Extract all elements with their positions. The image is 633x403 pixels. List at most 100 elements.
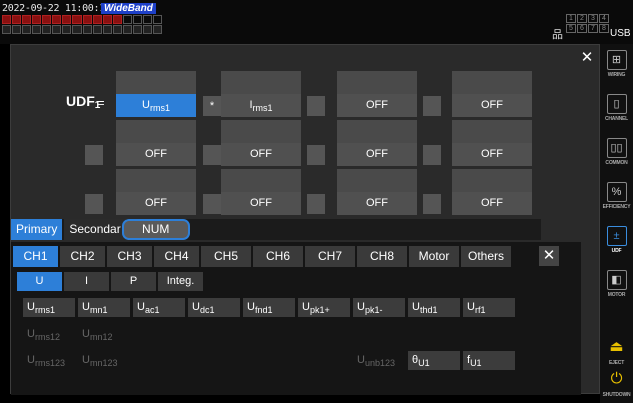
item-base: U (192, 301, 200, 313)
sidebar-item-wiring[interactable]: ⊞ WIRING (600, 46, 633, 90)
tab-num[interactable]: NUM (121, 219, 190, 240)
item-button[interactable]: θU1 (408, 351, 460, 370)
sidebar-item-efficiency[interactable]: % EFFICIENCY (600, 178, 633, 222)
item-base: U (467, 301, 475, 313)
tab-ch2[interactable]: CH2 (60, 246, 105, 267)
udf-operator-4[interactable] (85, 145, 103, 165)
item-base: U (27, 328, 35, 340)
usb-indicator: USB (610, 28, 631, 39)
item-sub: dc1 (199, 305, 215, 315)
udf-operand-7[interactable]: OFF (337, 120, 417, 166)
tab-ch4[interactable]: CH4 (154, 246, 199, 267)
udf-operator-7[interactable] (423, 145, 441, 165)
close-icon[interactable]: ✕ (539, 246, 559, 266)
channel-grid-cell: 1 (566, 14, 576, 23)
udf-operand-10[interactable]: OFF (221, 169, 301, 215)
sidebar: ⊞ WIRING ▯ CHANNEL ▯▯ COMMON % EFFICIENC… (600, 44, 633, 403)
close-icon[interactable]: ✕ (578, 49, 596, 67)
tab-ch7[interactable]: CH7 (305, 246, 355, 267)
item-sub: ac1 (144, 305, 160, 315)
tab-ch1[interactable]: CH1 (13, 246, 58, 267)
tab-others[interactable]: Others (461, 246, 511, 267)
sidebar-item-shutdown[interactable]: ⏻ SHUTDOWN (600, 366, 633, 403)
udf-operand-9[interactable]: OFF (116, 169, 196, 215)
sidebar-item-common[interactable]: ▯▯ COMMON (600, 134, 633, 178)
udf-operator-10[interactable] (307, 194, 325, 214)
tab-integration[interactable]: Integ. (158, 272, 203, 291)
item-sub: U1 (470, 358, 482, 368)
operand-value: OFF (337, 94, 417, 117)
tab-power[interactable]: P (111, 272, 156, 291)
sidebar-item-udf[interactable]: ± UDF (600, 222, 633, 266)
udf-operand-3[interactable]: OFF (337, 71, 417, 117)
udf-operand-12[interactable]: OFF (452, 169, 532, 215)
tab-ch3[interactable]: CH3 (107, 246, 152, 267)
udf-icon: ± (606, 226, 627, 246)
udf-operator-6[interactable] (307, 145, 325, 165)
item-button: Urms123 (23, 351, 75, 370)
status-bar: 2022-09-22 11:00:17 WideBand 1 2 3 4 5 6… (0, 0, 633, 44)
operand-value: OFF (221, 192, 301, 215)
channel-grid-cell: 2 (577, 14, 587, 23)
udf-operator-9[interactable] (203, 194, 221, 214)
channel-grid-cell: 7 (588, 24, 598, 33)
udf-operand-2[interactable]: Irms1 (221, 71, 301, 117)
udf-operator-5[interactable] (203, 145, 221, 165)
tab-primary[interactable]: Primary (11, 219, 63, 240)
item-button: Umn123 (78, 351, 130, 370)
item-button[interactable]: Udc1 (188, 298, 240, 317)
udf-operator-11[interactable] (423, 194, 441, 214)
udf-operator-2[interactable] (307, 96, 325, 116)
item-sub: mn123 (89, 358, 118, 368)
tab-current[interactable]: I (64, 272, 109, 291)
item-sub: mn1 (89, 305, 108, 315)
tab-ch5[interactable]: CH5 (201, 246, 251, 267)
sidebar-item-motor[interactable]: ◧ MOTOR (600, 266, 633, 310)
equals-sign: = (97, 95, 105, 110)
item-base: U (357, 354, 365, 366)
udf-operator-8[interactable] (85, 194, 103, 214)
sidebar-item-label: SHUTDOWN (602, 392, 631, 398)
channel-status-row (2, 15, 162, 24)
item-base: U (302, 301, 310, 313)
item-button[interactable]: Uac1 (133, 298, 185, 317)
udf-operand-8[interactable]: OFF (452, 120, 532, 166)
item-sub: pk1- (364, 305, 383, 315)
item-sub: thd1 (419, 305, 438, 315)
udf-operand-11[interactable]: OFF (337, 169, 417, 215)
udf-operator-3[interactable] (423, 96, 441, 116)
item-button[interactable]: Upk1- (353, 298, 405, 317)
item-button[interactable]: fU1 (463, 351, 515, 370)
udf-operand-6[interactable]: OFF (221, 120, 301, 166)
item-sub: rms123 (34, 358, 65, 368)
item-sub: mn12 (89, 332, 113, 342)
udf-operand-1[interactable]: Urms1 (116, 71, 196, 117)
item-sub: rms1 (34, 305, 55, 315)
item-sub: rf1 (474, 305, 486, 315)
channel-grid-cell: 8 (599, 24, 609, 33)
item-button[interactable]: Umn1 (78, 298, 130, 317)
channel-icon: ▯ (606, 94, 627, 114)
udf-operand-4[interactable]: OFF (452, 71, 532, 117)
item-button[interactable]: Ufnd1 (243, 298, 295, 317)
tab-voltage[interactable]: U (17, 272, 62, 291)
channel-grid: 1 2 3 4 5 6 7 8 (566, 14, 609, 33)
udf-operator-1[interactable]: * (203, 96, 221, 116)
item-base: U (137, 301, 145, 313)
tab-ch6[interactable]: CH6 (253, 246, 303, 267)
operand-sub: rms1 (149, 103, 170, 113)
mode-badge: WideBand (101, 3, 156, 14)
tab-ch8[interactable]: CH8 (357, 246, 407, 267)
sidebar-item-label: UDF (611, 248, 622, 254)
item-sub: pk1+ (309, 305, 330, 315)
item-button[interactable]: Upk1+ (298, 298, 350, 317)
item-button[interactable]: Urf1 (463, 298, 515, 317)
tab-secondary[interactable]: Secondar (64, 219, 126, 240)
tab-motor[interactable]: Motor (409, 246, 459, 267)
item-sub: rms12 (34, 332, 60, 342)
sidebar-item-channel[interactable]: ▯ CHANNEL (600, 90, 633, 134)
item-button: Umn12 (78, 325, 130, 344)
udf-operand-5[interactable]: OFF (116, 120, 196, 166)
item-button[interactable]: Uthd1 (408, 298, 460, 317)
item-button[interactable]: Urms1 (23, 298, 75, 317)
